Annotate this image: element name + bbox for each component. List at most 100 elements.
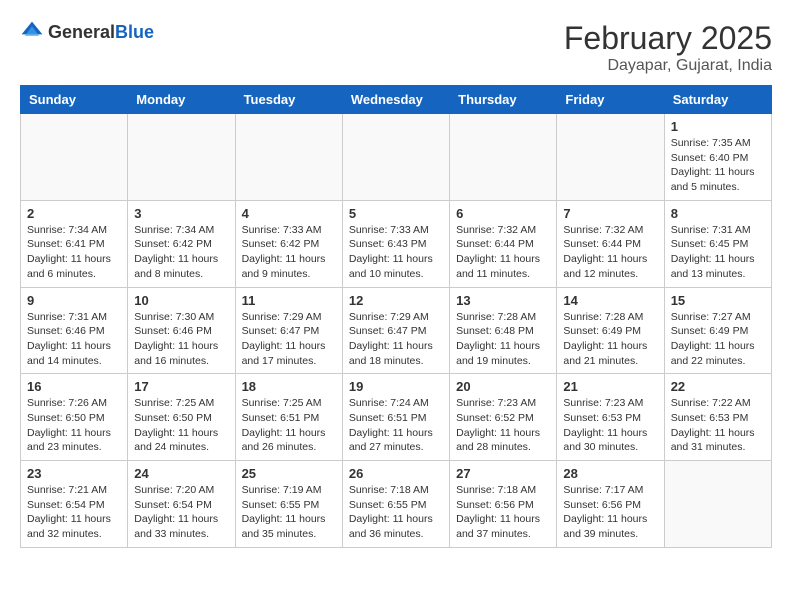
calendar-day-cell: 23Sunrise: 7:21 AMSunset: 6:54 PMDayligh… bbox=[21, 461, 128, 548]
day-number: 14 bbox=[563, 293, 657, 308]
logo-blue: Blue bbox=[115, 22, 154, 42]
day-number: 12 bbox=[349, 293, 443, 308]
calendar-day-cell: 1Sunrise: 7:35 AMSunset: 6:40 PMDaylight… bbox=[664, 114, 771, 201]
calendar-day-cell bbox=[664, 461, 771, 548]
calendar-day-cell: 6 Sunrise: 7:32 AMSunset: 6:44 PMDaylight… bbox=[450, 200, 557, 287]
calendar-day-cell: 9Sunrise: 7:31 AMSunset: 6:46 PMDaylight… bbox=[21, 287, 128, 374]
day-info: Sunrise: 7:32 AMSunset: 6:44 PMDaylight:… bbox=[563, 223, 657, 282]
calendar-day-cell: 12 Sunrise: 7:29 AMSunset: 6:47 PMDayligh… bbox=[342, 287, 449, 374]
day-info: Sunrise: 7:17 AMSunset: 6:56 PMDaylight:… bbox=[563, 483, 657, 542]
calendar-day-cell: 28 Sunrise: 7:17 AMSunset: 6:56 PMDayligh… bbox=[557, 461, 664, 548]
calendar-week-row: 1Sunrise: 7:35 AMSunset: 6:40 PMDaylight… bbox=[21, 114, 772, 201]
calendar-day-cell: 11 Sunrise: 7:29 AMSunset: 6:47 PMDayligh… bbox=[235, 287, 342, 374]
day-info: Sunrise: 7:25 AMSunset: 6:51 PMDaylight:… bbox=[242, 396, 336, 455]
calendar-day-cell: 27Sunrise: 7:18 AMSunset: 6:56 PMDayligh… bbox=[450, 461, 557, 548]
day-number: 24 bbox=[134, 466, 228, 481]
day-of-week-header: Friday bbox=[557, 86, 664, 114]
calendar-day-cell: 17 Sunrise: 7:25 AMSunset: 6:50 PMDayligh… bbox=[128, 374, 235, 461]
calendar-table: SundayMondayTuesdayWednesdayThursdayFrid… bbox=[20, 85, 772, 548]
calendar-header-row: SundayMondayTuesdayWednesdayThursdayFrid… bbox=[21, 86, 772, 114]
day-info: Sunrise: 7:27 AMSunset: 6:49 PMDaylight:… bbox=[671, 310, 765, 369]
calendar-day-cell bbox=[128, 114, 235, 201]
day-info: Sunrise: 7:33 AMSunset: 6:42 PMDaylight:… bbox=[242, 223, 336, 282]
calendar-day-cell: 3 Sunrise: 7:34 AMSunset: 6:42 PMDaylight… bbox=[128, 200, 235, 287]
day-info: Sunrise: 7:29 AMSunset: 6:47 PMDaylight:… bbox=[349, 310, 443, 369]
day-of-week-header: Thursday bbox=[450, 86, 557, 114]
day-of-week-header: Wednesday bbox=[342, 86, 449, 114]
calendar-day-cell: 2 Sunrise: 7:34 AMSunset: 6:41 PMDaylight… bbox=[21, 200, 128, 287]
day-number: 2 bbox=[27, 206, 121, 221]
day-number: 16 bbox=[27, 379, 121, 394]
day-number: 7 bbox=[563, 206, 657, 221]
day-number: 25 bbox=[242, 466, 336, 481]
calendar-day-cell: 22 Sunrise: 7:22 AMSunset: 6:53 PMDayligh… bbox=[664, 374, 771, 461]
calendar-day-cell: 14Sunrise: 7:28 AMSunset: 6:49 PMDayligh… bbox=[557, 287, 664, 374]
location: Dayapar, Gujarat, India bbox=[564, 57, 772, 75]
calendar-day-cell: 24 Sunrise: 7:20 AMSunset: 6:54 PMDayligh… bbox=[128, 461, 235, 548]
calendar-week-row: 16 Sunrise: 7:26 AMSunset: 6:50 PMDayligh… bbox=[21, 374, 772, 461]
day-number: 10 bbox=[134, 293, 228, 308]
day-info: Sunrise: 7:25 AMSunset: 6:50 PMDaylight:… bbox=[134, 396, 228, 455]
day-info: Sunrise: 7:32 AMSunset: 6:44 PMDaylight:… bbox=[456, 223, 550, 282]
day-number: 17 bbox=[134, 379, 228, 394]
day-number: 11 bbox=[242, 293, 336, 308]
calendar-day-cell bbox=[21, 114, 128, 201]
day-info: Sunrise: 7:34 AMSunset: 6:42 PMDaylight:… bbox=[134, 223, 228, 282]
day-number: 20 bbox=[456, 379, 550, 394]
logo: GeneralBlue bbox=[20, 20, 154, 44]
logo-general: General bbox=[48, 22, 115, 42]
calendar-day-cell: 16 Sunrise: 7:26 AMSunset: 6:50 PMDayligh… bbox=[21, 374, 128, 461]
day-number: 3 bbox=[134, 206, 228, 221]
day-number: 26 bbox=[349, 466, 443, 481]
day-number: 15 bbox=[671, 293, 765, 308]
calendar-day-cell: 20 Sunrise: 7:23 AMSunset: 6:52 PMDayligh… bbox=[450, 374, 557, 461]
day-number: 22 bbox=[671, 379, 765, 394]
calendar-day-cell: 15 Sunrise: 7:27 AMSunset: 6:49 PMDayligh… bbox=[664, 287, 771, 374]
calendar-day-cell: 7 Sunrise: 7:32 AMSunset: 6:44 PMDaylight… bbox=[557, 200, 664, 287]
calendar-day-cell: 25 Sunrise: 7:19 AMSunset: 6:55 PMDayligh… bbox=[235, 461, 342, 548]
calendar-day-cell: 13 Sunrise: 7:28 AMSunset: 6:48 PMDayligh… bbox=[450, 287, 557, 374]
day-number: 18 bbox=[242, 379, 336, 394]
calendar-day-cell: 19 Sunrise: 7:24 AMSunset: 6:51 PMDayligh… bbox=[342, 374, 449, 461]
day-number: 8 bbox=[671, 206, 765, 221]
day-number: 21 bbox=[563, 379, 657, 394]
calendar-day-cell bbox=[342, 114, 449, 201]
calendar-day-cell bbox=[450, 114, 557, 201]
day-info: Sunrise: 7:31 AMSunset: 6:46 PMDaylight:… bbox=[27, 310, 121, 369]
calendar-week-row: 9Sunrise: 7:31 AMSunset: 6:46 PMDaylight… bbox=[21, 287, 772, 374]
calendar-day-cell bbox=[557, 114, 664, 201]
calendar-day-cell: 21 Sunrise: 7:23 AMSunset: 6:53 PMDayligh… bbox=[557, 374, 664, 461]
day-info: Sunrise: 7:22 AMSunset: 6:53 PMDaylight:… bbox=[671, 396, 765, 455]
day-info: Sunrise: 7:34 AMSunset: 6:41 PMDaylight:… bbox=[27, 223, 121, 282]
day-info: Sunrise: 7:18 AMSunset: 6:56 PMDaylight:… bbox=[456, 483, 550, 542]
day-info: Sunrise: 7:18 AMSunset: 6:55 PMDaylight:… bbox=[349, 483, 443, 542]
day-of-week-header: Tuesday bbox=[235, 86, 342, 114]
day-number: 28 bbox=[563, 466, 657, 481]
calendar-body: 1Sunrise: 7:35 AMSunset: 6:40 PMDaylight… bbox=[21, 114, 772, 548]
day-number: 6 bbox=[456, 206, 550, 221]
day-info: Sunrise: 7:31 AMSunset: 6:45 PMDaylight:… bbox=[671, 223, 765, 282]
day-of-week-header: Sunday bbox=[21, 86, 128, 114]
calendar-day-cell bbox=[235, 114, 342, 201]
day-info: Sunrise: 7:29 AMSunset: 6:47 PMDaylight:… bbox=[242, 310, 336, 369]
day-info: Sunrise: 7:33 AMSunset: 6:43 PMDaylight:… bbox=[349, 223, 443, 282]
day-number: 5 bbox=[349, 206, 443, 221]
day-of-week-header: Monday bbox=[128, 86, 235, 114]
day-info: Sunrise: 7:23 AMSunset: 6:52 PMDaylight:… bbox=[456, 396, 550, 455]
day-info: Sunrise: 7:19 AMSunset: 6:55 PMDaylight:… bbox=[242, 483, 336, 542]
day-info: Sunrise: 7:26 AMSunset: 6:50 PMDaylight:… bbox=[27, 396, 121, 455]
day-number: 1 bbox=[671, 119, 765, 134]
day-info: Sunrise: 7:23 AMSunset: 6:53 PMDaylight:… bbox=[563, 396, 657, 455]
day-info: Sunrise: 7:28 AMSunset: 6:48 PMDaylight:… bbox=[456, 310, 550, 369]
day-number: 13 bbox=[456, 293, 550, 308]
day-number: 19 bbox=[349, 379, 443, 394]
calendar-week-row: 23Sunrise: 7:21 AMSunset: 6:54 PMDayligh… bbox=[21, 461, 772, 548]
calendar-day-cell: 10Sunrise: 7:30 AMSunset: 6:46 PMDayligh… bbox=[128, 287, 235, 374]
calendar-day-cell: 18 Sunrise: 7:25 AMSunset: 6:51 PMDayligh… bbox=[235, 374, 342, 461]
day-info: Sunrise: 7:20 AMSunset: 6:54 PMDaylight:… bbox=[134, 483, 228, 542]
day-number: 23 bbox=[27, 466, 121, 481]
day-info: Sunrise: 7:24 AMSunset: 6:51 PMDaylight:… bbox=[349, 396, 443, 455]
day-of-week-header: Saturday bbox=[664, 86, 771, 114]
calendar-week-row: 2 Sunrise: 7:34 AMSunset: 6:41 PMDaylight… bbox=[21, 200, 772, 287]
title-block: February 2025 Dayapar, Gujarat, India bbox=[564, 20, 772, 75]
